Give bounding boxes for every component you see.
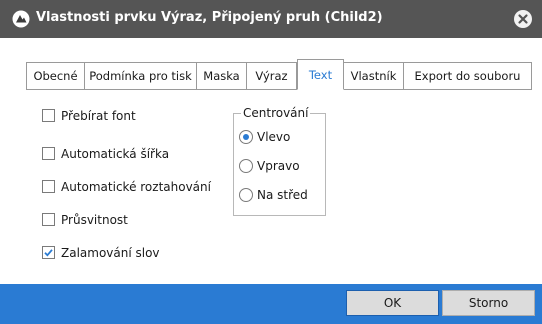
close-button[interactable] [514, 10, 532, 28]
alignment-legend: Centrování [241, 105, 311, 121]
checkmark-icon [44, 249, 53, 257]
radio-button[interactable] [239, 188, 253, 202]
cancel-button-label: Storno [468, 296, 509, 310]
dialog-footer: OK Storno [0, 284, 542, 324]
checkbox-box[interactable] [42, 180, 55, 193]
ok-button-label: OK [383, 296, 402, 310]
close-icon [518, 14, 528, 24]
cancel-button[interactable]: Storno [442, 290, 535, 316]
checkbox-label: Automatické roztahování [61, 180, 211, 194]
title-bar: Vlastnosti prvku Výraz, Připojený pruh (… [0, 0, 542, 38]
tab-label: Vlastník [350, 69, 397, 83]
ok-button[interactable]: OK [346, 290, 439, 316]
checkbox-box[interactable] [42, 109, 55, 122]
tab-bar: Obecné Podmínka pro tisk Maska Výraz Tex… [26, 59, 532, 90]
checkbox-label: Automatická šířka [61, 147, 170, 161]
tab-label: Maska [203, 69, 240, 83]
tab-export-do-souboru[interactable]: Export do souboru [404, 62, 532, 89]
tab-podminka-pro-tisk[interactable]: Podmínka pro tisk [85, 62, 197, 89]
tab-maska[interactable]: Maska [197, 62, 247, 89]
tab-label: Export do souboru [414, 69, 521, 83]
radio-dot [243, 134, 249, 140]
checkbox-label: Přebírat font [61, 109, 136, 123]
checkbox-label: Zalamování slov [61, 246, 160, 260]
checkbox-box-checked[interactable] [42, 246, 55, 259]
checkbox-box[interactable] [42, 213, 55, 226]
radio-label: Na střed [257, 188, 308, 202]
app-logo-icon [12, 10, 30, 28]
checkbox-box[interactable] [42, 147, 55, 160]
tab-label: Podmínka pro tisk [89, 69, 192, 83]
tab-label: Výraz [255, 69, 288, 83]
tab-label: Text [308, 68, 333, 82]
text-settings-panel: Přebírat font Automatická šířka Automati… [0, 90, 542, 285]
tab-text[interactable]: Text [297, 59, 344, 90]
window-title: Vlastnosti prvku Výraz, Připojený pruh (… [36, 10, 383, 25]
alignment-group: Centrování Vlevo Vpravo Na střed [233, 105, 326, 216]
tab-obecne[interactable]: Obecné [26, 62, 85, 89]
tab-label: Obecné [33, 69, 78, 83]
tab-vlastnik[interactable]: Vlastník [344, 62, 404, 89]
radio-label: Vlevo [257, 130, 291, 144]
tab-vyraz[interactable]: Výraz [247, 62, 297, 89]
radio-button-selected[interactable] [239, 130, 253, 144]
radio-button[interactable] [239, 159, 253, 173]
checkbox-label: Průsvitnost [61, 213, 128, 227]
radio-label: Vpravo [257, 159, 300, 173]
